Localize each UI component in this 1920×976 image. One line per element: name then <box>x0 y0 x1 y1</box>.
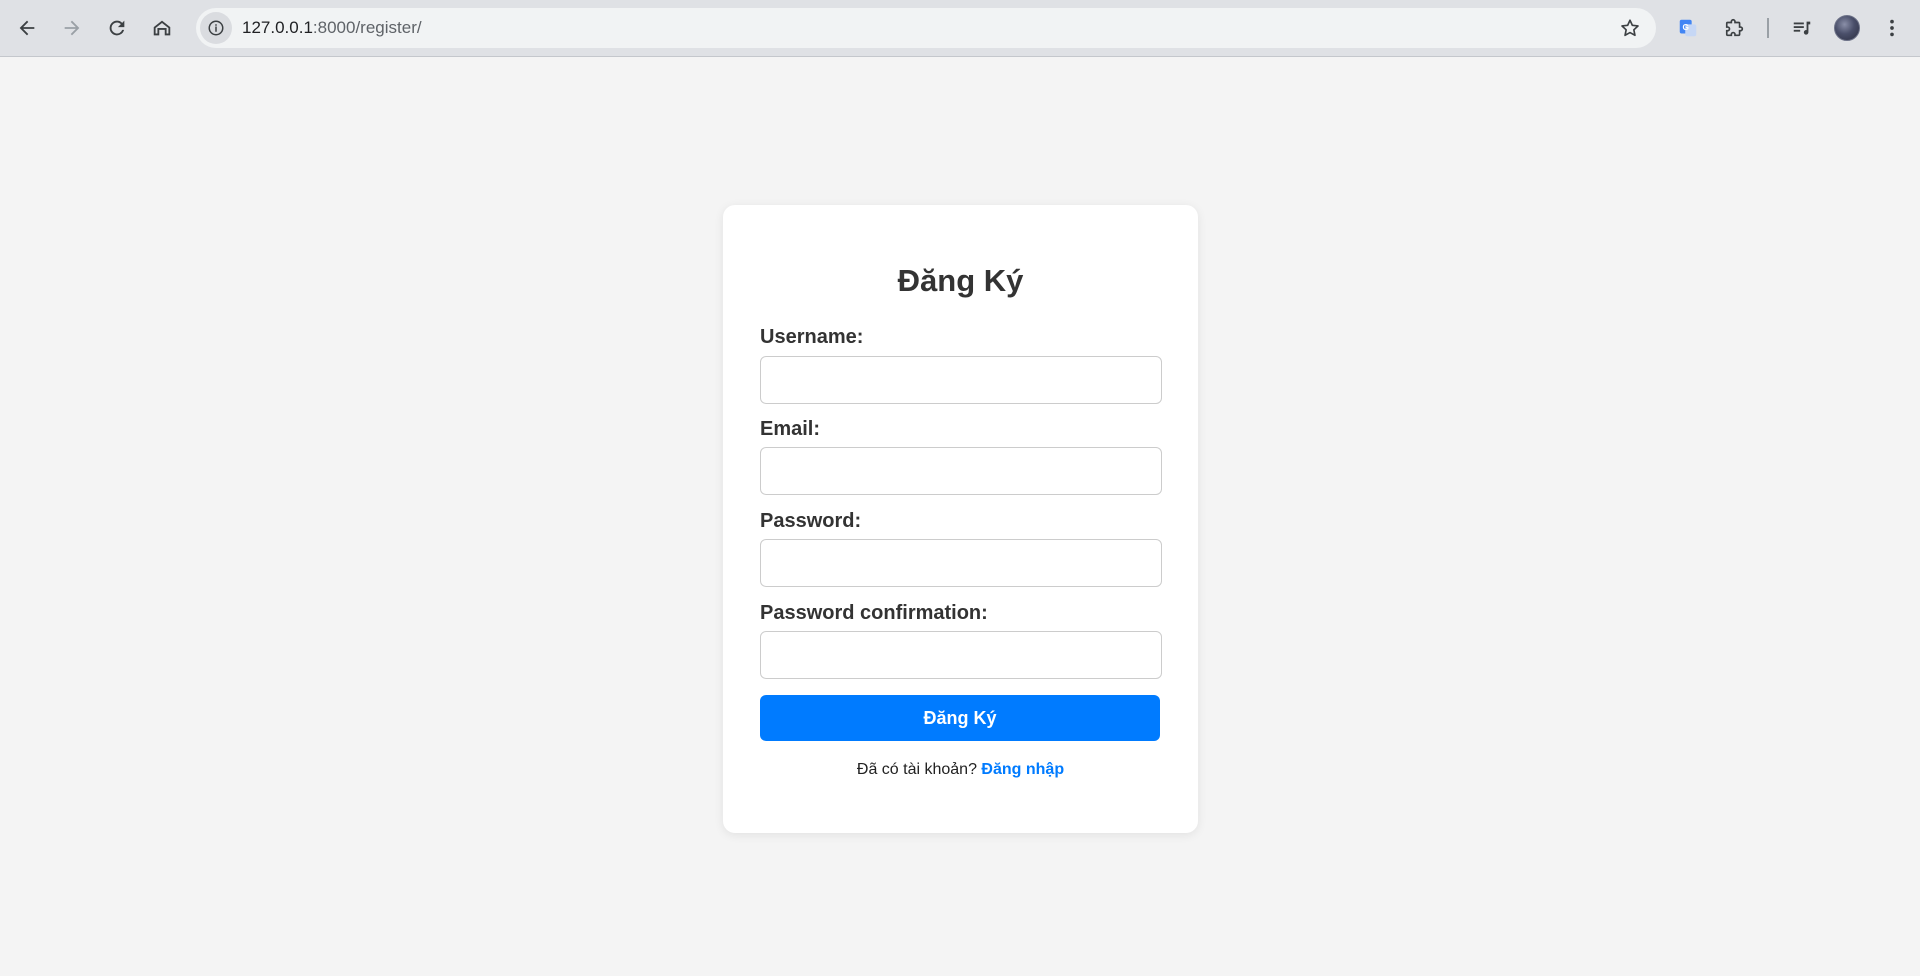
google-translate-button[interactable]: G <box>1670 10 1706 46</box>
password-label: Password: <box>760 510 862 532</box>
site-info-button[interactable] <box>200 12 232 44</box>
password-input[interactable] <box>760 539 1162 587</box>
browser-toolbar: 127.0.0.1:8000/register/ G <box>0 0 1920 57</box>
have-account-text: Đã có tài khoản? <box>856 761 977 778</box>
url-host: 127.0.0.1 <box>242 18 313 37</box>
site-info-icon <box>208 20 224 36</box>
login-prompt: Đã có tài khoản? Đăng nhập <box>723 761 1198 779</box>
forward-icon <box>64 20 80 36</box>
media-control-icon <box>1793 21 1811 35</box>
svg-text:G: G <box>1682 23 1688 32</box>
email-input[interactable] <box>760 447 1162 495</box>
forward-button[interactable] <box>54 10 90 46</box>
home-icon <box>153 20 171 36</box>
url-path: :8000/register/ <box>312 18 422 37</box>
reload-icon <box>109 20 125 36</box>
back-icon <box>19 20 35 36</box>
back-button[interactable] <box>9 10 45 46</box>
menu-icon <box>1890 19 1894 37</box>
register-card: Đăng Ký Username: Email: Password: Passw… <box>723 205 1198 833</box>
username-input[interactable] <box>760 356 1162 404</box>
extensions-button[interactable] <box>1717 10 1753 46</box>
register-button[interactable]: Đăng Ký <box>760 695 1160 741</box>
menu-button[interactable] <box>1874 10 1910 46</box>
reload-button[interactable] <box>99 10 135 46</box>
bookmark-button[interactable] <box>1618 16 1642 40</box>
toolbar-divider <box>1767 18 1769 38</box>
home-button[interactable] <box>144 10 180 46</box>
email-label: Email: <box>760 418 821 440</box>
page-title: Đăng Ký <box>897 263 1024 298</box>
media-control-button[interactable] <box>1784 10 1820 46</box>
bookmark-star-icon <box>1621 19 1639 37</box>
password-confirmation-label: Password confirmation: <box>760 602 988 624</box>
username-label: Username: <box>760 326 864 348</box>
url-text[interactable]: 127.0.0.1:8000/register/ <box>242 8 422 48</box>
login-link[interactable]: Đăng nhập <box>981 761 1064 778</box>
address-bar[interactable]: 127.0.0.1:8000/register/ <box>196 8 1656 48</box>
extensions-icon <box>1725 18 1744 37</box>
google-translate-icon: G <box>1679 19 1697 37</box>
password-confirmation-input[interactable] <box>760 631 1162 679</box>
profile-avatar[interactable] <box>1834 15 1860 41</box>
